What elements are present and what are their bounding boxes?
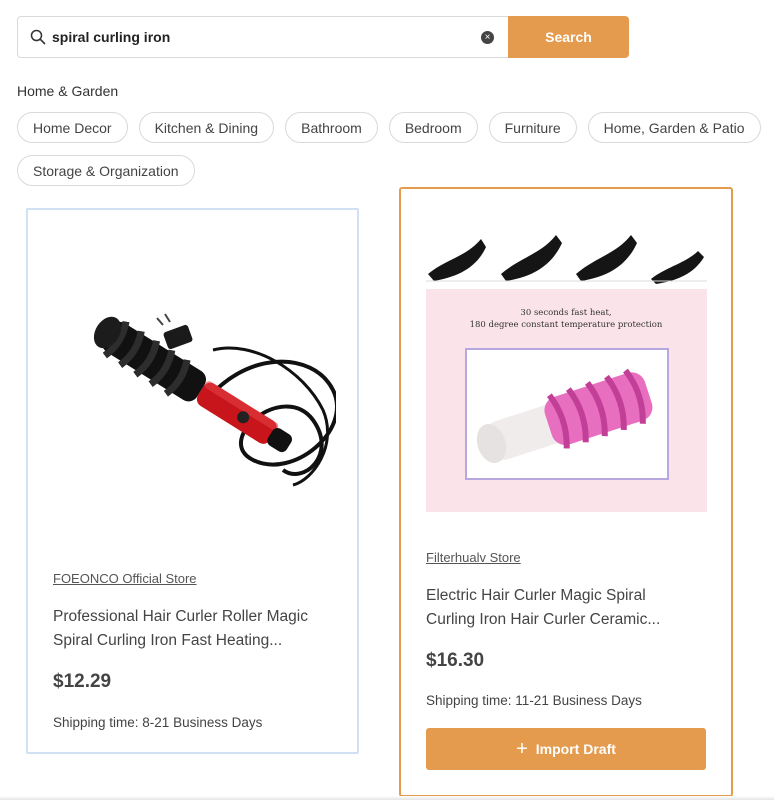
category-title: Home & Garden: [17, 83, 119, 99]
chip-furniture[interactable]: Furniture: [488, 112, 577, 143]
search-bar: spiral curling iron × Search: [17, 16, 629, 58]
product-title-line: Electric Hair Curler Magic Spiral: [426, 587, 646, 604]
chip-home-decor[interactable]: Home Decor: [17, 112, 128, 143]
close-circle-icon[interactable]: ×: [481, 30, 494, 44]
product-card-selected[interactable]: 30 seconds fast heat, 180 degree constan…: [399, 187, 733, 797]
plus-icon: +: [516, 738, 528, 760]
chip-storage-organization[interactable]: Storage & Organization: [17, 155, 195, 186]
search-icon: [30, 29, 46, 45]
import-draft-label: Import Draft: [535, 741, 616, 757]
store-name-link[interactable]: Filterhualv Store: [426, 550, 521, 565]
search-input-value[interactable]: spiral curling iron: [52, 29, 481, 45]
product-title[interactable]: Professional Hair Curler Roller Magic Sp…: [53, 605, 338, 653]
product-card[interactable]: FOEONCO Official Store Professional Hair…: [26, 208, 359, 754]
product-title-line: Curling Iron Hair Curler Ceramic...: [426, 611, 661, 628]
product-image[interactable]: 30 seconds fast heat, 180 degree constan…: [426, 229, 707, 512]
chip-bedroom[interactable]: Bedroom: [388, 112, 478, 143]
import-draft-button[interactable]: + Import Draft: [426, 728, 706, 770]
product-price: $16.30: [426, 650, 485, 671]
search-button[interactable]: Search: [508, 16, 629, 58]
shipping-time: Shipping time: 8-21 Business Days: [53, 715, 263, 730]
image-caption-line: 30 seconds fast heat,: [520, 308, 611, 318]
chip-bathroom[interactable]: Bathroom: [285, 112, 378, 143]
product-title-line: Professional Hair Curler Roller Magic: [53, 608, 308, 625]
category-chips: Home Decor Kitchen & Dining Bathroom Bed…: [17, 112, 774, 186]
bottom-divider: [0, 796, 774, 800]
chip-home-garden-patio[interactable]: Home, Garden & Patio: [587, 112, 761, 143]
search-input[interactable]: spiral curling iron ×: [17, 16, 508, 58]
product-image[interactable]: [53, 230, 336, 550]
store-name-link[interactable]: FOEONCO Official Store: [53, 571, 197, 586]
spiral-curling-iron-pink-image: 30 seconds fast heat, 180 degree constan…: [426, 229, 707, 512]
shipping-time: Shipping time: 11-21 Business Days: [426, 693, 642, 708]
product-title-line: Spiral Curling Iron Fast Heating...: [53, 632, 283, 649]
product-title[interactable]: Electric Hair Curler Magic Spiral Curlin…: [426, 584, 711, 632]
product-price: $12.29: [53, 671, 112, 692]
chip-kitchen-dining[interactable]: Kitchen & Dining: [138, 112, 275, 143]
spiral-curling-iron-red-image: [53, 230, 336, 550]
image-caption-line: 180 degree constant temperature protecti…: [470, 320, 663, 330]
